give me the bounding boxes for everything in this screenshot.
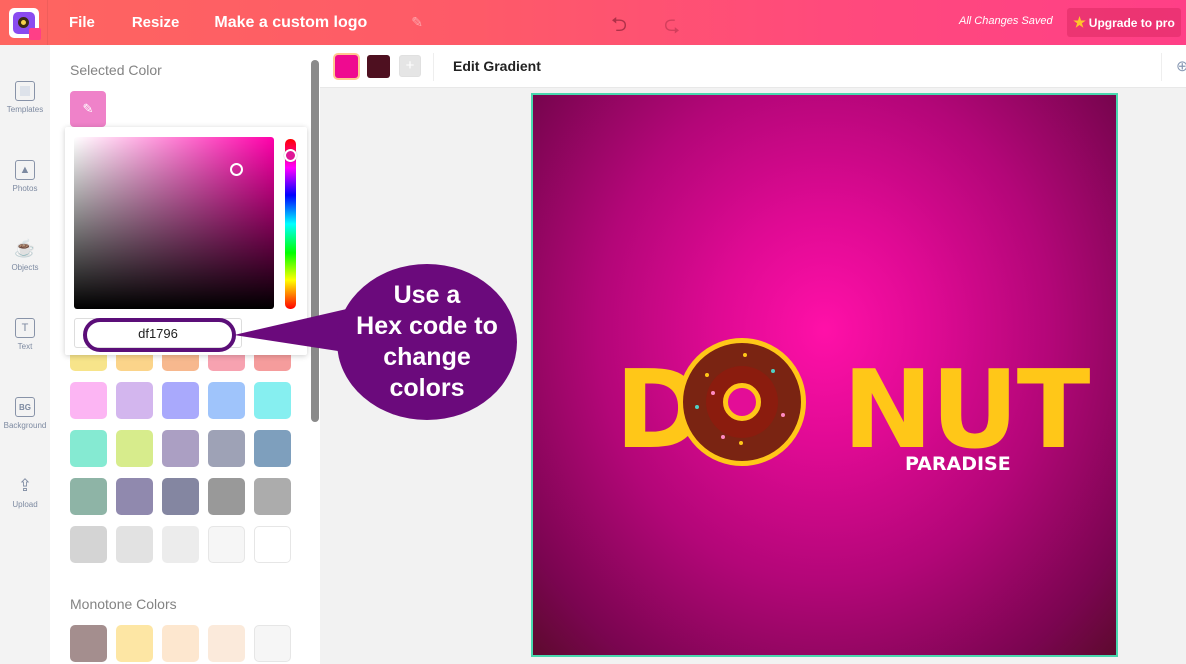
sidebar-item-objects[interactable]: ☕ Objects — [0, 239, 50, 272]
donut-hole — [723, 383, 761, 421]
design-canvas[interactable]: D NUT PARADISE — [531, 93, 1118, 657]
gradient-toolbar: + Edit Gradient ⊕ — [320, 45, 1186, 88]
sidebar-item-label: Templates — [6, 105, 44, 114]
sidebar-item-photos[interactable]: ▲ Photos — [0, 160, 50, 193]
sprinkle — [743, 353, 747, 357]
monotone-swatch[interactable] — [162, 625, 199, 662]
text-icon: T — [15, 318, 35, 338]
color-swatch[interactable] — [162, 382, 199, 419]
sidebar-item-label: Background — [3, 421, 47, 430]
color-swatch[interactable] — [254, 382, 291, 419]
sprinkle — [695, 405, 699, 409]
color-swatch[interactable] — [254, 526, 291, 563]
sprinkle — [721, 435, 725, 439]
color-swatch[interactable] — [208, 478, 245, 515]
sprinkle — [771, 369, 775, 373]
hex-input[interactable] — [74, 318, 242, 348]
save-status: All Changes Saved — [959, 15, 1053, 27]
gradient-stop-2[interactable] — [367, 55, 390, 78]
saturation-value-area[interactable] — [74, 137, 274, 309]
color-swatch[interactable] — [208, 382, 245, 419]
sidebar-item-templates[interactable]: Templates — [0, 81, 50, 114]
monotone-swatch[interactable] — [70, 625, 107, 662]
upgrade-button[interactable]: ★ Upgrade to pro — [1067, 8, 1181, 37]
zoom-in-icon[interactable]: ⊕ — [1176, 57, 1186, 75]
color-swatch[interactable] — [162, 430, 199, 467]
monotone-swatch[interactable] — [116, 625, 153, 662]
templates-icon — [15, 81, 35, 101]
donut-graphic[interactable] — [678, 338, 806, 466]
color-swatch[interactable] — [70, 478, 107, 515]
color-swatch[interactable] — [70, 430, 107, 467]
callout-line: colors — [389, 374, 465, 402]
sprinkle — [739, 441, 743, 445]
menu-file[interactable]: File — [69, 14, 95, 31]
selected-color-label: Selected Color — [70, 62, 162, 78]
top-bar: File Resize Make a custom logo ✎ ⮌ ⮎ All… — [0, 0, 1186, 45]
color-swatch[interactable] — [208, 430, 245, 467]
color-swatch[interactable] — [116, 382, 153, 419]
rename-pencil-icon[interactable]: ✎ — [411, 14, 423, 31]
side-nav: Templates ▲ Photos ☕ Objects T Text BG B… — [0, 45, 50, 664]
saturation-handle[interactable] — [230, 163, 243, 176]
callout-bubble: Use a Hex code to change colors — [337, 264, 517, 420]
sidebar-item-label: Upload — [12, 500, 38, 509]
color-swatch[interactable] — [208, 526, 245, 563]
selected-color-swatch[interactable]: ✎ — [70, 91, 106, 127]
cup-icon: ☕ — [14, 239, 36, 258]
monotone-colors-label: Monotone Colors — [70, 596, 177, 612]
logo-subtitle[interactable]: PARADISE — [905, 453, 1011, 475]
sprinkle — [705, 373, 709, 377]
sidebar-item-upload[interactable]: ⇪ Upload — [0, 476, 50, 509]
hue-handle[interactable] — [284, 149, 297, 162]
hue-slider[interactable] — [285, 139, 296, 309]
upgrade-label: Upgrade to pro — [1088, 15, 1175, 30]
sidebar-item-label: Objects — [11, 263, 39, 272]
logo-letter-t: T — [1016, 348, 1091, 473]
sidebar-item-background[interactable]: BG Background — [0, 397, 50, 430]
star-icon: ★ — [1073, 14, 1086, 30]
color-swatch[interactable] — [162, 526, 199, 563]
undo-icon[interactable]: ⮌ — [611, 10, 627, 44]
upload-icon: ⇪ — [17, 476, 33, 495]
app-logo[interactable] — [0, 0, 48, 45]
toolbar-divider — [1161, 53, 1162, 81]
sprinkle — [781, 413, 785, 417]
edit-gradient-button[interactable]: Edit Gradient — [453, 58, 541, 74]
sprinkle — [711, 391, 715, 395]
monotone-swatch[interactable] — [254, 625, 291, 662]
logo-icon — [8, 7, 41, 40]
color-swatch[interactable] — [254, 430, 291, 467]
callout-line: change — [383, 343, 471, 371]
color-swatch[interactable] — [162, 478, 199, 515]
monotone-swatch[interactable] — [208, 625, 245, 662]
menu-resize[interactable]: Resize — [132, 14, 180, 31]
panel-scrollbar[interactable] — [311, 60, 319, 422]
document-title[interactable]: Make a custom logo — [214, 14, 367, 32]
photos-icon: ▲ — [15, 160, 35, 180]
sidebar-item-label: Photos — [12, 184, 38, 193]
sidebar-item-text[interactable]: T Text — [0, 318, 50, 351]
add-gradient-stop-button[interactable]: + — [399, 55, 421, 77]
toolbar-divider — [433, 53, 434, 81]
color-swatch[interactable] — [70, 382, 107, 419]
gradient-stop-1[interactable] — [335, 55, 358, 78]
color-swatch[interactable] — [116, 526, 153, 563]
callout-line: Use a — [393, 281, 461, 309]
edit-pencil-icon: ✎ — [82, 101, 94, 116]
redo-icon[interactable]: ⮎ — [664, 10, 680, 44]
color-swatch[interactable] — [116, 478, 153, 515]
color-swatch[interactable] — [116, 430, 153, 467]
color-swatch[interactable] — [70, 526, 107, 563]
background-icon: BG — [15, 397, 35, 417]
callout-line: Hex code to — [356, 312, 498, 340]
color-swatch[interactable] — [254, 478, 291, 515]
sidebar-item-label: Text — [17, 342, 33, 351]
